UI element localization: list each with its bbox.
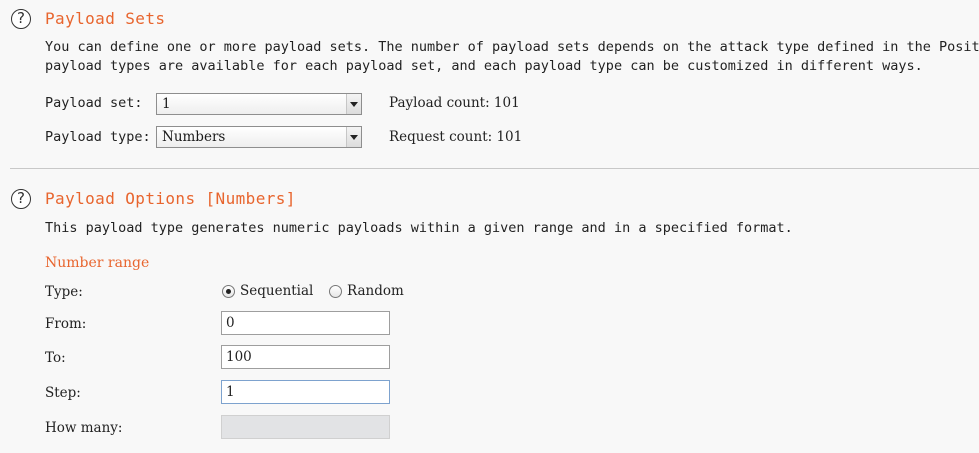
chevron-down-icon[interactable] bbox=[346, 127, 361, 147]
random-radio-label[interactable]: Random bbox=[347, 283, 404, 299]
payload-count: Payload count: 101 bbox=[389, 95, 520, 111]
section-divider bbox=[10, 168, 979, 169]
how-many-input bbox=[221, 415, 390, 439]
section-title-payload-sets: Payload Sets bbox=[45, 9, 166, 28]
payload-options-description: This payload type generates numeric payl… bbox=[45, 220, 793, 236]
how-many-label: How many: bbox=[45, 420, 123, 436]
payload-set-select[interactable]: 1 bbox=[156, 93, 362, 115]
payload-set-label: Payload set: bbox=[45, 95, 143, 111]
payload-sets-description-line1: You can define one or more payload sets.… bbox=[45, 39, 979, 55]
payload-sets-description-line2: payload types are available for each pay… bbox=[45, 58, 923, 74]
step-label: Step: bbox=[45, 385, 81, 401]
from-label: From: bbox=[45, 316, 87, 332]
number-range-heading: Number range bbox=[45, 255, 150, 271]
chevron-down-icon[interactable] bbox=[346, 94, 361, 114]
payload-type-value: Numbers bbox=[162, 129, 226, 145]
step-input[interactable]: 1 bbox=[221, 380, 390, 404]
payload-type-select[interactable]: Numbers bbox=[156, 126, 362, 148]
payload-type-label: Payload type: bbox=[45, 129, 151, 145]
help-icon[interactable]: ? bbox=[11, 9, 31, 29]
sequential-radio[interactable] bbox=[222, 285, 235, 298]
help-icon[interactable]: ? bbox=[11, 189, 31, 209]
to-label: To: bbox=[45, 350, 66, 366]
section-title-payload-options: Payload Options [Numbers] bbox=[45, 189, 296, 208]
sequential-radio-label[interactable]: Sequential bbox=[240, 283, 313, 299]
to-input[interactable]: 100 bbox=[221, 345, 390, 369]
type-label: Type: bbox=[45, 284, 83, 300]
random-radio[interactable] bbox=[329, 285, 342, 298]
from-input[interactable]: 0 bbox=[221, 311, 390, 335]
payload-set-value: 1 bbox=[162, 96, 171, 112]
request-count: Request count: 101 bbox=[389, 129, 523, 145]
